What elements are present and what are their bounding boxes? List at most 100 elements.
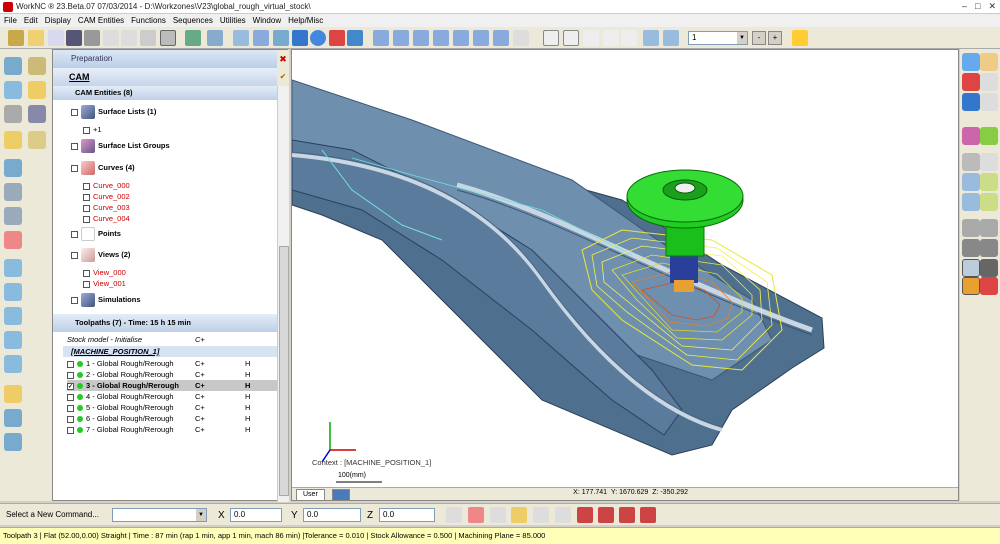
increment-button[interactable]: +: [768, 31, 782, 45]
pencil-icon[interactable]: [8, 30, 24, 46]
toolpath-checkbox[interactable]: [67, 371, 74, 379]
menu-help[interactable]: Help/Misc: [288, 16, 323, 25]
tree-curves[interactable]: Curves (4): [71, 160, 135, 176]
cam-tool-12-icon[interactable]: [4, 231, 22, 249]
snap-icon[interactable]: [446, 507, 462, 523]
checkbox[interactable]: [83, 182, 90, 190]
command-select[interactable]: ▼: [112, 508, 207, 522]
curve-tool-icon[interactable]: [980, 173, 998, 191]
chevron-down-icon[interactable]: ▼: [737, 32, 747, 44]
zoom-in-icon[interactable]: [413, 30, 429, 46]
menu-display[interactable]: Display: [45, 16, 71, 25]
snap-point-icon[interactable]: [468, 507, 484, 523]
close-icon[interactable]: ✕: [988, 1, 996, 12]
cam-tool-10-icon[interactable]: [4, 183, 22, 201]
crosshair-icon[interactable]: [603, 30, 619, 46]
marker-2-icon[interactable]: [598, 507, 614, 523]
maximize-icon[interactable]: □: [975, 1, 980, 12]
view-iso-icon[interactable]: [233, 30, 249, 46]
menu-utilities[interactable]: Utilities: [220, 16, 246, 25]
toolpath-row[interactable]: 5 - Global Rough/Rerough C+ H: [67, 402, 277, 413]
sphere-icon[interactable]: [310, 30, 326, 46]
tree-curve-item[interactable]: Curve_002: [83, 191, 130, 202]
checkbox[interactable]: [83, 193, 90, 201]
tool-icon[interactable]: [962, 239, 980, 257]
snap-curve-icon[interactable]: [490, 507, 506, 523]
cam-tool-6-icon[interactable]: [28, 105, 46, 123]
cam-tool-icon[interactable]: [4, 57, 22, 75]
stack-icon[interactable]: [962, 193, 980, 211]
checkbox[interactable]: [71, 108, 78, 116]
snap-center-icon[interactable]: [533, 507, 549, 523]
checkbox[interactable]: [83, 215, 90, 223]
y-input[interactable]: 0.0: [303, 508, 361, 522]
view-top-icon[interactable]: [253, 30, 269, 46]
toolpath-checkbox[interactable]: [67, 393, 74, 401]
checkbox[interactable]: [71, 230, 78, 238]
diamond-icon[interactable]: [980, 127, 998, 145]
menu-sequences[interactable]: Sequences: [173, 16, 213, 25]
view-front-icon[interactable]: [273, 30, 289, 46]
cam-entities-header[interactable]: CAM Entities (8): [53, 86, 277, 100]
distance-icon[interactable]: [583, 30, 599, 46]
magnify-search-icon[interactable]: [563, 30, 579, 46]
snap-grid-icon[interactable]: [555, 507, 571, 523]
grid-icon[interactable]: [140, 30, 156, 46]
picture-icon[interactable]: [663, 30, 679, 46]
target-icon[interactable]: [621, 30, 637, 46]
eraser-icon[interactable]: [962, 153, 980, 171]
color-icon[interactable]: [962, 73, 980, 91]
frame-icon[interactable]: [980, 73, 998, 91]
zoom-all-icon[interactable]: [393, 30, 409, 46]
multicolor-icon[interactable]: [962, 127, 980, 145]
menu-cam-entities[interactable]: CAM Entities: [78, 16, 124, 25]
toolpath-checkbox[interactable]: ✓: [67, 382, 74, 390]
rotate-icon[interactable]: [473, 30, 489, 46]
x-input[interactable]: 0.0: [230, 508, 282, 522]
magnify-icon[interactable]: [543, 30, 559, 46]
marker-3-icon[interactable]: [619, 507, 635, 523]
panel-toggle-icon[interactable]: [160, 30, 176, 46]
panel-scrollbar[interactable]: [277, 86, 289, 502]
tree-surface-list-groups[interactable]: Surface List Groups: [71, 138, 170, 154]
checkbox[interactable]: [71, 142, 78, 150]
globe-icon[interactable]: [332, 489, 350, 500]
image-icon[interactable]: [643, 30, 659, 46]
cam-tool-16-icon[interactable]: [4, 331, 22, 349]
toolpath-checkbox[interactable]: [67, 426, 74, 434]
3d-viewport[interactable]: Context : [MACHINE_POSITION_1] 100(mm) U…: [291, 49, 959, 501]
cam-tool-18-icon[interactable]: [4, 385, 22, 403]
marker-icon[interactable]: [577, 507, 593, 523]
cam-tool-5-icon[interactable]: [4, 105, 22, 123]
tree-curve-item[interactable]: Curve_004: [83, 213, 130, 224]
checkbox[interactable]: [83, 204, 90, 212]
shaded-icon[interactable]: [292, 30, 308, 46]
checkbox[interactable]: [83, 280, 90, 288]
cam-tool-13-icon[interactable]: [4, 259, 22, 277]
cursor-icon[interactable]: [185, 30, 201, 46]
toolpath-checkbox[interactable]: [67, 404, 74, 412]
shield-icon[interactable]: [980, 259, 998, 277]
fit-icon[interactable]: [493, 30, 509, 46]
help-pointer-icon[interactable]: [792, 30, 808, 46]
toolpath-row[interactable]: ✓ 3 - Global Rough/Rerough C+ H: [67, 380, 277, 391]
cam-tool-19-icon[interactable]: [4, 409, 22, 427]
menu-functions[interactable]: Functions: [131, 16, 166, 25]
cam-tool-7-icon[interactable]: [4, 131, 22, 149]
checkbox[interactable]: [83, 126, 90, 134]
z-input[interactable]: 0.0: [379, 508, 435, 522]
frame-2-icon[interactable]: [980, 93, 998, 111]
zoom-out-icon[interactable]: [433, 30, 449, 46]
menu-edit[interactable]: Edit: [24, 16, 38, 25]
decrement-button[interactable]: -: [752, 31, 766, 45]
edit-icon[interactable]: [980, 53, 998, 71]
toolpath-row[interactable]: 7 - Global Rough/Rerough C+ H: [67, 424, 277, 435]
cam-tool-8-icon[interactable]: [28, 131, 46, 149]
snap-edge-icon[interactable]: [511, 507, 527, 523]
probe-icon[interactable]: [980, 219, 998, 237]
cutter-icon[interactable]: [962, 259, 980, 277]
new-file-icon[interactable]: [48, 30, 64, 46]
curve-tool-2-icon[interactable]: [980, 193, 998, 211]
color-cube-icon[interactable]: [329, 30, 345, 46]
toolpath-row[interactable]: 6 - Global Rough/Rerough C+ H: [67, 413, 277, 424]
